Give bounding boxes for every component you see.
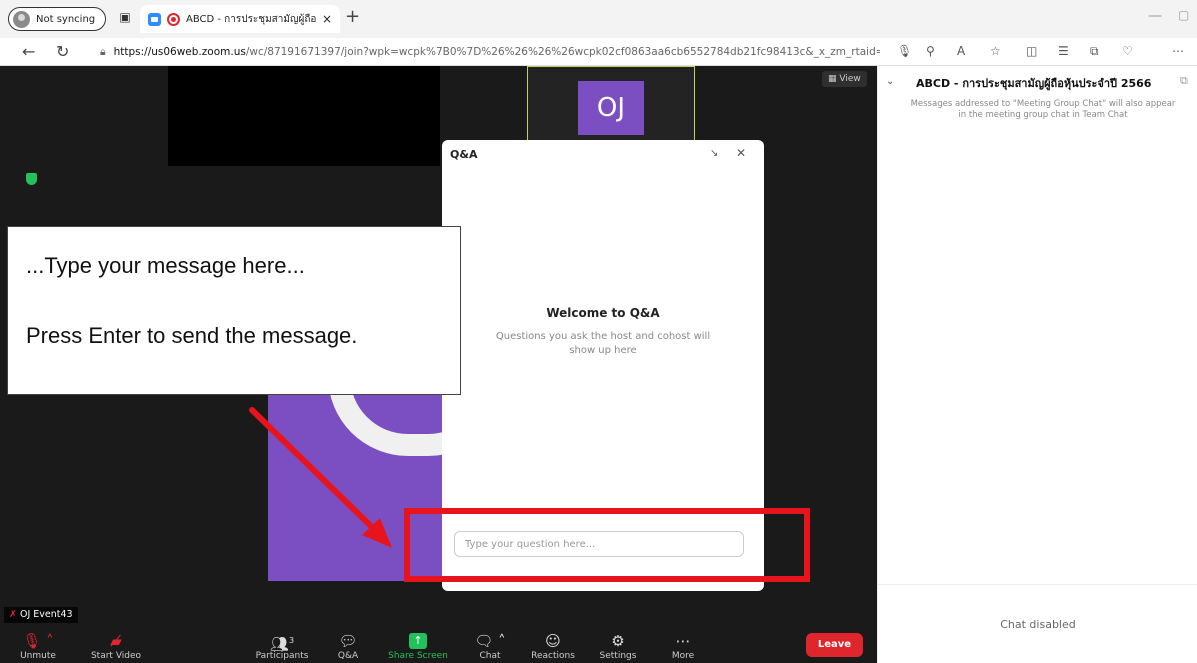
refresh-icon[interactable]: ↻ bbox=[56, 42, 69, 61]
share-screen-button[interactable]: ↑ Share Screen bbox=[386, 623, 450, 663]
profile-label: Not syncing bbox=[36, 13, 96, 25]
qa-button[interactable]: 💬︎ Q&A bbox=[334, 623, 362, 663]
minimize-panel-icon[interactable]: ↘ bbox=[710, 148, 718, 159]
view-label: View bbox=[839, 74, 861, 84]
reactions-icon: ☺︎ bbox=[545, 632, 561, 650]
read-aloud-icon[interactable]: A bbox=[957, 44, 965, 58]
chat-label: Chat bbox=[479, 651, 501, 661]
close-panel-icon[interactable]: ✕ bbox=[736, 146, 746, 160]
tab-actions-icon[interactable]: ▣ bbox=[117, 9, 133, 25]
settings-label: Settings bbox=[599, 651, 637, 661]
qa-label: Q&A bbox=[337, 651, 359, 661]
profile-button[interactable]: Not syncing bbox=[8, 7, 107, 31]
chat-icon: 🗨︎ ˄ bbox=[474, 632, 506, 650]
start-video-button[interactable]: ▰̸ Start Video bbox=[86, 623, 146, 663]
address-bar: ← ↻ 🔒︎ https://us06web.zoom.us/wc/871916… bbox=[0, 38, 1197, 66]
tab-title: ABCD - การประชุมสามัญผู้ถือ bbox=[186, 13, 316, 25]
more-menu-icon[interactable]: ⋯ bbox=[1172, 44, 1184, 58]
participant-name-tag: ✗ OJ Event43 bbox=[4, 607, 78, 623]
password-key-icon[interactable]: ⚲ bbox=[926, 44, 935, 58]
tab-close-icon[interactable]: × bbox=[322, 12, 332, 26]
qa-panel-title: Q&A bbox=[450, 148, 478, 161]
reactions-button[interactable]: ☺︎ Reactions bbox=[530, 623, 576, 663]
zoom-favicon-icon bbox=[148, 12, 161, 26]
popout-icon[interactable]: ⧉ bbox=[1180, 74, 1188, 88]
muted-mic-icon: ✗ bbox=[9, 609, 17, 620]
collections-icon[interactable]: ⧉ bbox=[1090, 44, 1099, 59]
leave-button[interactable]: Leave bbox=[806, 633, 863, 657]
qa-welcome-subtitle: Questions you ask the host and cohost wi… bbox=[495, 331, 711, 356]
participants-button[interactable]: 👥︎3 Participants bbox=[250, 623, 314, 663]
back-icon[interactable]: ← bbox=[22, 42, 35, 61]
gear-icon: ⚙︎ bbox=[611, 632, 625, 650]
mic-muted-icon: 🎙︎ ˄ bbox=[22, 632, 54, 650]
share-screen-icon: ↑ bbox=[409, 633, 427, 649]
split-screen-icon[interactable]: ◫ bbox=[1026, 44, 1037, 58]
recording-icon bbox=[167, 12, 180, 26]
participants-icon: 👥︎3 bbox=[269, 635, 295, 653]
avatar-icon bbox=[13, 10, 30, 28]
browser-tab-bar: Not syncing ▣ ABCD - การประชุมสามัญผู้ถื… bbox=[0, 0, 1197, 38]
participants-label: Participants bbox=[255, 651, 309, 661]
participant-tile[interactable]: OJ bbox=[527, 66, 695, 146]
more-label: More bbox=[671, 651, 695, 661]
unmute-button[interactable]: 🎙︎ ˄ Unmute bbox=[18, 623, 58, 663]
callout-line-2: Press Enter to send the message. bbox=[26, 323, 358, 348]
input-highlight-box bbox=[404, 508, 810, 582]
mic-permission-icon[interactable]: 🎙︎ bbox=[897, 44, 912, 58]
browser-tab[interactable]: ABCD - การประชุมสามัญผู้ถือ × bbox=[140, 5, 340, 33]
start-video-label: Start Video bbox=[90, 651, 142, 661]
meeting-toolbar: 🎙︎ ˄ Unmute ▰̸ Start Video 👥︎3 Participa… bbox=[0, 623, 877, 663]
maximize-icon[interactable]: ▢ bbox=[1178, 8, 1189, 22]
browser-essentials-icon[interactable]: ♡ bbox=[1122, 44, 1133, 58]
shared-video bbox=[168, 66, 440, 166]
qa-welcome-heading: Welcome to Q&A bbox=[546, 306, 660, 320]
instruction-callout: ...Type your message here... Press Enter… bbox=[7, 226, 461, 395]
favorite-star-icon[interactable]: ☆ bbox=[990, 44, 1001, 58]
participant-name: OJ Event43 bbox=[20, 609, 73, 620]
favorites-list-icon[interactable]: ☰ bbox=[1058, 44, 1069, 58]
new-tab-button[interactable]: + bbox=[345, 6, 360, 27]
chat-disabled-text: Chat disabled bbox=[1000, 618, 1076, 631]
minimize-icon[interactable]: — bbox=[1148, 8, 1162, 24]
callout-line-1: ...Type your message here... bbox=[26, 253, 305, 278]
reactions-label: Reactions bbox=[531, 651, 575, 661]
share-screen-label: Share Screen bbox=[388, 651, 448, 661]
encryption-shield-icon[interactable] bbox=[26, 173, 37, 185]
chat-notice: Messages addressed to "Meeting Group Cha… bbox=[910, 99, 1176, 120]
qa-icon: 💬︎ bbox=[338, 632, 358, 650]
url-host: https://us06web.zoom.us bbox=[113, 46, 246, 58]
view-button[interactable]: ▦ View bbox=[822, 71, 867, 87]
chat-button[interactable]: 🗨︎ ˄ Chat bbox=[474, 623, 506, 663]
video-off-icon: ▰̸ bbox=[110, 632, 122, 650]
chat-panel: ⌄ ABCD - การประชุมสามัญผู้ถือหุ้นประจำปี… bbox=[877, 66, 1197, 663]
unmute-label: Unmute bbox=[20, 651, 56, 661]
url-path: /wc/87191671397/join?wpk=wcpk%7B0%7D%26%… bbox=[245, 46, 880, 58]
more-button[interactable]: ⋯ More bbox=[666, 623, 700, 663]
initials-badge: OJ bbox=[578, 81, 644, 135]
url-field[interactable]: 🔒︎ https://us06web.zoom.us/wc/8719167139… bbox=[100, 41, 880, 63]
participants-count: 3 bbox=[288, 636, 295, 645]
chat-title: ABCD - การประชุมสามัญผู้ถือหุ้นประจำปี 2… bbox=[916, 77, 1152, 90]
chat-divider bbox=[878, 584, 1197, 585]
lock-icon: 🔒︎ bbox=[100, 45, 106, 58]
ellipsis-icon: ⋯ bbox=[675, 632, 691, 650]
chevron-down-icon[interactable]: ⌄ bbox=[886, 76, 894, 87]
settings-button[interactable]: ⚙︎ Settings bbox=[598, 623, 638, 663]
